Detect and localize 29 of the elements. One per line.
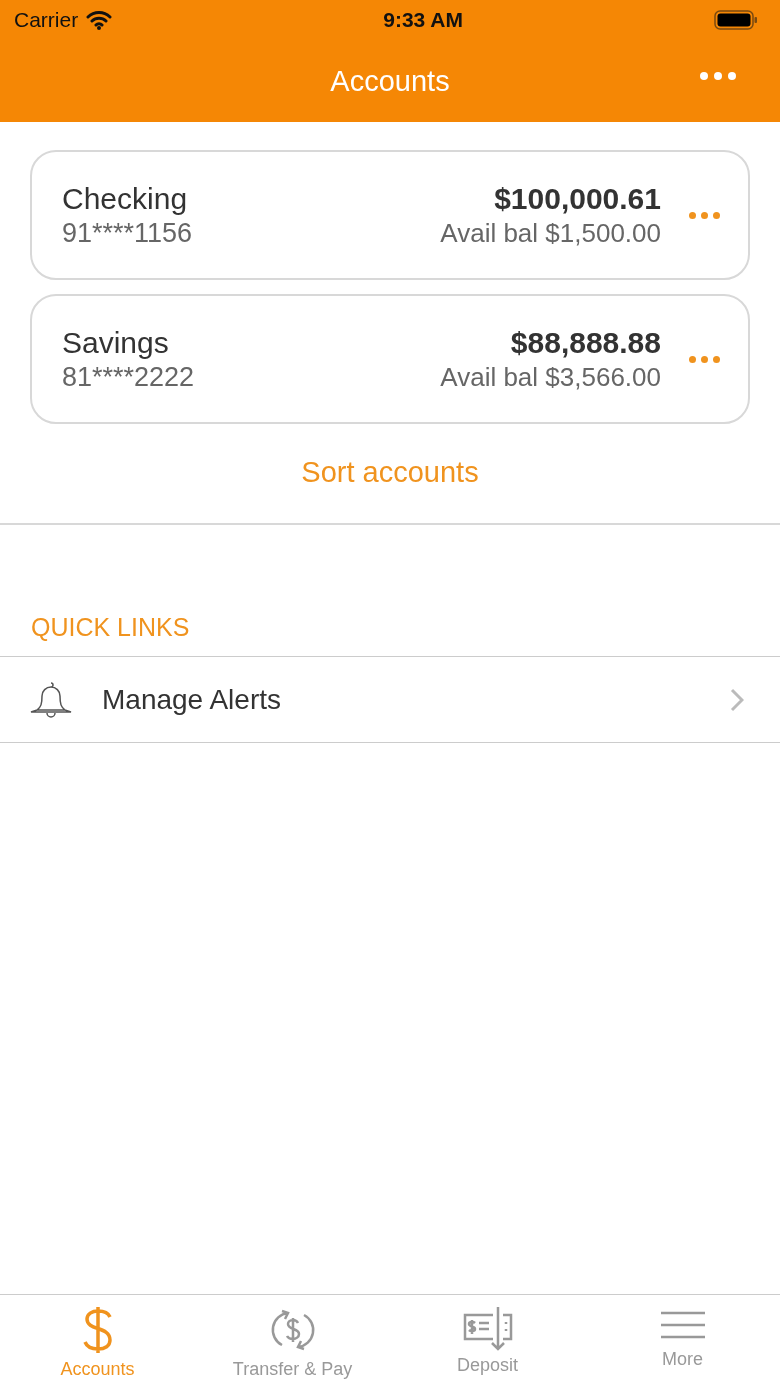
account-balance: $88,888.88 <box>510 325 661 360</box>
section-heading: QUICK LINKS <box>30 612 191 642</box>
account-card[interactable]: Savings 81****2222 $88,888.88 Avail bal $3,566.00 <box>30 294 750 424</box>
nav-title: Accounts <box>330 64 450 98</box>
check-deposit-icon <box>462 1305 513 1351</box>
quick-link-label: Manage Alerts <box>102 683 282 716</box>
chevron-right-icon <box>730 687 744 712</box>
account-number: 91****1156 <box>62 217 194 249</box>
available-balance: Avail bal $1,500.00 <box>440 217 661 249</box>
tab-bar-item[interactable]: Deposit <box>390 1295 585 1387</box>
account-card[interactable]: Checking 91****1156 $100,000.61 Avail bal $1,500.00 <box>30 150 750 280</box>
status-time: 9:33 AM <box>383 8 463 32</box>
account-name: Savings <box>62 325 170 360</box>
sort-accounts-link[interactable]: Sort accounts <box>301 456 479 489</box>
tab-bar-item[interactable]: Accounts <box>0 1295 195 1387</box>
tab-bar-item[interactable]: More <box>585 1295 780 1387</box>
available-balance: Avail bal $3,566.00 <box>440 361 661 393</box>
more-options-icon[interactable] <box>700 72 736 80</box>
wifi-icon <box>86 10 113 30</box>
more-options-icon[interactable] <box>689 355 720 363</box>
bell-icon <box>30 680 72 719</box>
tab-bar-item[interactable]: Transfer & Pay <box>195 1295 390 1387</box>
account-name: Checking <box>62 181 189 216</box>
battery-icon <box>714 9 758 31</box>
more-options-icon[interactable] <box>689 211 720 219</box>
account-balance: $100,000.61 <box>494 181 661 216</box>
quick-link-row[interactable]: Manage Alerts <box>0 657 780 743</box>
carrier-label: Carrier <box>14 8 79 32</box>
account-number: 81****2222 <box>62 361 196 393</box>
